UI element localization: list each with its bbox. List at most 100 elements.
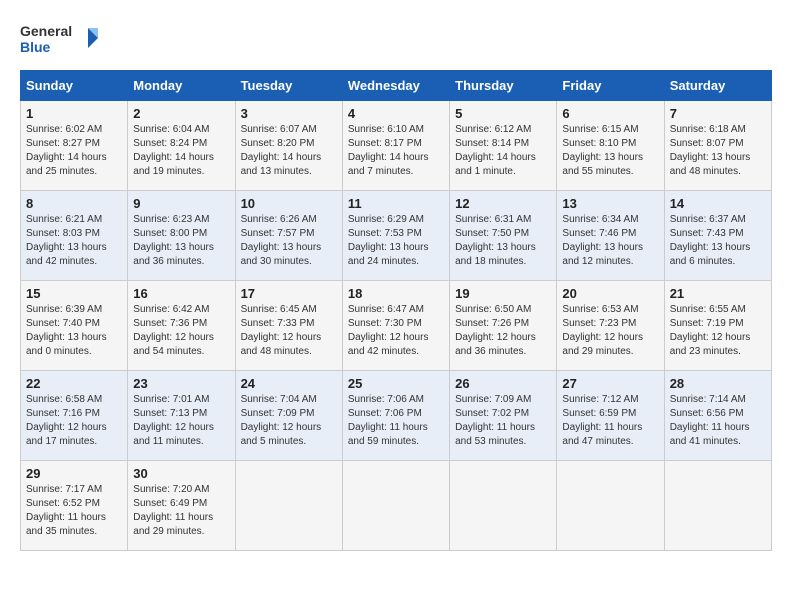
week-row-3: 15 Sunrise: 6:39 AM Sunset: 7:40 PM Dayli… bbox=[21, 281, 772, 371]
day-info: Sunrise: 7:12 AM Sunset: 6:59 PM Dayligh… bbox=[562, 393, 658, 449]
day-info: Sunrise: 7:20 AM Sunset: 6:49 PM Dayligh… bbox=[133, 483, 229, 539]
day-number: 30 bbox=[133, 466, 229, 481]
day-number: 25 bbox=[348, 376, 444, 391]
day-number: 8 bbox=[26, 196, 122, 211]
day-info: Sunrise: 7:17 AM Sunset: 6:52 PM Dayligh… bbox=[26, 483, 122, 539]
day-cell: 13Sunrise: 6:34 AM Sunset: 7:46 PM Dayli… bbox=[557, 191, 664, 281]
day-info: Sunrise: 7:04 AM Sunset: 7:09 PM Dayligh… bbox=[241, 393, 337, 449]
weekday-header-saturday: Saturday bbox=[664, 71, 771, 101]
day-number: 11 bbox=[348, 196, 444, 211]
day-cell: 11 Sunrise: 6:29 AM Sunset: 7:53 PM Dayli… bbox=[342, 191, 449, 281]
day-info: Sunrise: 6:02 AM Sunset: 8:27 PM Dayligh… bbox=[26, 123, 122, 179]
day-cell: 10Sunrise: 6:26 AM Sunset: 7:57 PM Dayli… bbox=[235, 191, 342, 281]
day-info: Sunrise: 7:14 AM Sunset: 6:56 PM Dayligh… bbox=[670, 393, 766, 449]
day-number: 29 bbox=[26, 466, 122, 481]
day-info: Sunrise: 6:07 AM Sunset: 8:20 PM Dayligh… bbox=[241, 123, 337, 179]
day-number: 12 bbox=[455, 196, 551, 211]
day-info: Sunrise: 7:09 AM Sunset: 7:02 PM Dayligh… bbox=[455, 393, 551, 449]
day-cell: 14 Sunrise: 6:37 AM Sunset: 7:43 PM Dayli… bbox=[664, 191, 771, 281]
day-cell bbox=[235, 461, 342, 551]
day-cell bbox=[664, 461, 771, 551]
day-cell: 17Sunrise: 6:45 AM Sunset: 7:33 PM Dayli… bbox=[235, 281, 342, 371]
day-info: Sunrise: 6:55 AM Sunset: 7:19 PM Dayligh… bbox=[670, 303, 766, 359]
day-cell: 1 Sunrise: 6:02 AM Sunset: 8:27 PM Daylig… bbox=[21, 101, 128, 191]
day-number: 19 bbox=[455, 286, 551, 301]
day-cell bbox=[557, 461, 664, 551]
logo: General Blue bbox=[20, 20, 100, 60]
day-info: Sunrise: 6:29 AM Sunset: 7:53 PM Dayligh… bbox=[348, 213, 444, 269]
day-cell: 23 Sunrise: 7:01 AM Sunset: 7:13 PM Dayli… bbox=[128, 371, 235, 461]
day-number: 22 bbox=[26, 376, 122, 391]
week-row-5: 29 Sunrise: 7:17 AM Sunset: 6:52 PM Dayli… bbox=[21, 461, 772, 551]
day-cell: 3 Sunrise: 6:07 AM Sunset: 8:20 PM Daylig… bbox=[235, 101, 342, 191]
day-number: 7 bbox=[670, 106, 766, 121]
day-number: 21 bbox=[670, 286, 766, 301]
day-number: 18 bbox=[348, 286, 444, 301]
day-info: Sunrise: 6:42 AM Sunset: 7:36 PM Dayligh… bbox=[133, 303, 229, 359]
day-cell: 24 Sunrise: 7:04 AM Sunset: 7:09 PM Dayli… bbox=[235, 371, 342, 461]
day-info: Sunrise: 7:06 AM Sunset: 7:06 PM Dayligh… bbox=[348, 393, 444, 449]
day-number: 20 bbox=[562, 286, 658, 301]
weekday-header-row: SundayMondayTuesdayWednesdayThursdayFrid… bbox=[21, 71, 772, 101]
day-number: 26 bbox=[455, 376, 551, 391]
day-cell: 15 Sunrise: 6:39 AM Sunset: 7:40 PM Dayli… bbox=[21, 281, 128, 371]
day-number: 5 bbox=[455, 106, 551, 121]
day-cell: 19 Sunrise: 6:50 AM Sunset: 7:26 PM Dayli… bbox=[450, 281, 557, 371]
day-info: Sunrise: 6:18 AM Sunset: 8:07 PM Dayligh… bbox=[670, 123, 766, 179]
day-info: Sunrise: 6:04 AM Sunset: 8:24 PM Dayligh… bbox=[133, 123, 229, 179]
day-info: Sunrise: 6:34 AM Sunset: 7:46 PM Dayligh… bbox=[562, 213, 658, 269]
day-cell: 27 Sunrise: 7:12 AM Sunset: 6:59 PM Dayli… bbox=[557, 371, 664, 461]
day-cell: 7 Sunrise: 6:18 AM Sunset: 8:07 PM Daylig… bbox=[664, 101, 771, 191]
day-number: 24 bbox=[241, 376, 337, 391]
svg-text:Blue: Blue bbox=[20, 39, 51, 55]
day-number: 10 bbox=[241, 196, 337, 211]
day-cell: 21 Sunrise: 6:55 AM Sunset: 7:19 PM Dayli… bbox=[664, 281, 771, 371]
day-info: Sunrise: 6:31 AM Sunset: 7:50 PM Dayligh… bbox=[455, 213, 551, 269]
day-number: 28 bbox=[670, 376, 766, 391]
day-number: 1 bbox=[26, 106, 122, 121]
day-cell: 5 Sunrise: 6:12 AM Sunset: 8:14 PM Daylig… bbox=[450, 101, 557, 191]
weekday-header-friday: Friday bbox=[557, 71, 664, 101]
day-info: Sunrise: 6:15 AM Sunset: 8:10 PM Dayligh… bbox=[562, 123, 658, 179]
day-cell: 29 Sunrise: 7:17 AM Sunset: 6:52 PM Dayli… bbox=[21, 461, 128, 551]
week-row-4: 22 Sunrise: 6:58 AM Sunset: 7:16 PM Dayli… bbox=[21, 371, 772, 461]
weekday-header-sunday: Sunday bbox=[21, 71, 128, 101]
day-cell: 4Sunrise: 6:10 AM Sunset: 8:17 PM Daylig… bbox=[342, 101, 449, 191]
day-number: 27 bbox=[562, 376, 658, 391]
day-info: Sunrise: 6:45 AM Sunset: 7:33 PM Dayligh… bbox=[241, 303, 337, 359]
day-info: Sunrise: 6:21 AM Sunset: 8:03 PM Dayligh… bbox=[26, 213, 122, 269]
day-info: Sunrise: 6:47 AM Sunset: 7:30 PM Dayligh… bbox=[348, 303, 444, 359]
day-info: Sunrise: 6:50 AM Sunset: 7:26 PM Dayligh… bbox=[455, 303, 551, 359]
calendar: SundayMondayTuesdayWednesdayThursdayFrid… bbox=[20, 70, 772, 551]
header: General Blue bbox=[20, 20, 772, 60]
weekday-header-thursday: Thursday bbox=[450, 71, 557, 101]
day-info: Sunrise: 6:12 AM Sunset: 8:14 PM Dayligh… bbox=[455, 123, 551, 179]
day-number: 14 bbox=[670, 196, 766, 211]
day-info: Sunrise: 6:37 AM Sunset: 7:43 PM Dayligh… bbox=[670, 213, 766, 269]
week-row-2: 8 Sunrise: 6:21 AM Sunset: 8:03 PM Daylig… bbox=[21, 191, 772, 281]
day-info: Sunrise: 6:39 AM Sunset: 7:40 PM Dayligh… bbox=[26, 303, 122, 359]
day-number: 16 bbox=[133, 286, 229, 301]
day-number: 15 bbox=[26, 286, 122, 301]
day-info: Sunrise: 6:58 AM Sunset: 7:16 PM Dayligh… bbox=[26, 393, 122, 449]
day-cell: 8 Sunrise: 6:21 AM Sunset: 8:03 PM Daylig… bbox=[21, 191, 128, 281]
day-cell: 6 Sunrise: 6:15 AM Sunset: 8:10 PM Daylig… bbox=[557, 101, 664, 191]
day-number: 9 bbox=[133, 196, 229, 211]
day-cell: 12 Sunrise: 6:31 AM Sunset: 7:50 PM Dayli… bbox=[450, 191, 557, 281]
weekday-header-monday: Monday bbox=[128, 71, 235, 101]
svg-text:General: General bbox=[20, 23, 72, 39]
day-cell: 26 Sunrise: 7:09 AM Sunset: 7:02 PM Dayli… bbox=[450, 371, 557, 461]
day-cell: 16 Sunrise: 6:42 AM Sunset: 7:36 PM Dayli… bbox=[128, 281, 235, 371]
day-info: Sunrise: 6:53 AM Sunset: 7:23 PM Dayligh… bbox=[562, 303, 658, 359]
day-number: 6 bbox=[562, 106, 658, 121]
day-cell: 18 Sunrise: 6:47 AM Sunset: 7:30 PM Dayli… bbox=[342, 281, 449, 371]
day-number: 3 bbox=[241, 106, 337, 121]
weekday-header-wednesday: Wednesday bbox=[342, 71, 449, 101]
day-cell: 2Sunrise: 6:04 AM Sunset: 8:24 PM Daylig… bbox=[128, 101, 235, 191]
day-number: 4 bbox=[348, 106, 444, 121]
day-number: 23 bbox=[133, 376, 229, 391]
day-cell: 25 Sunrise: 7:06 AM Sunset: 7:06 PM Dayli… bbox=[342, 371, 449, 461]
day-cell: 28 Sunrise: 7:14 AM Sunset: 6:56 PM Dayli… bbox=[664, 371, 771, 461]
day-info: Sunrise: 7:01 AM Sunset: 7:13 PM Dayligh… bbox=[133, 393, 229, 449]
day-cell bbox=[342, 461, 449, 551]
